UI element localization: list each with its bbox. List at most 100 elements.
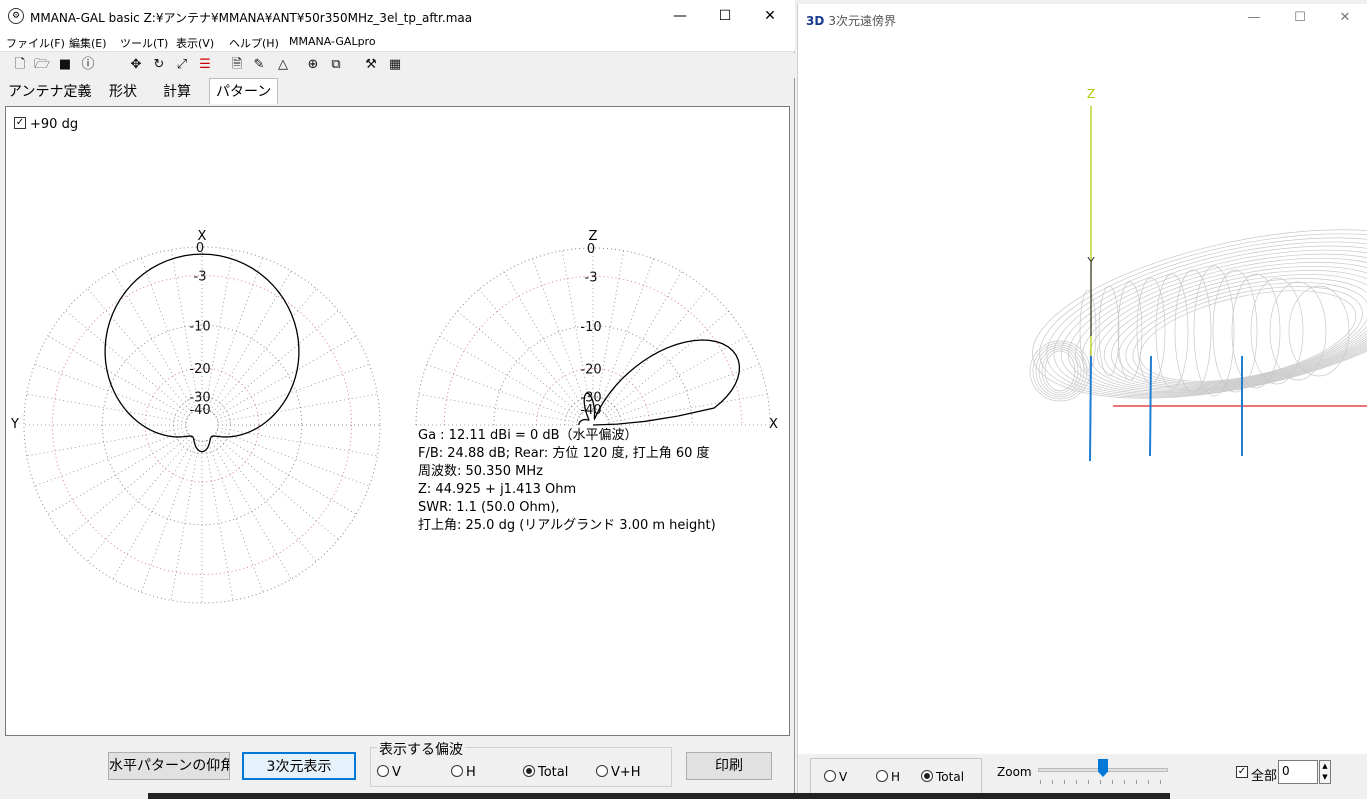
menu-tools[interactable]: ツール(T): [120, 35, 168, 51]
rotate-icon[interactable]: ↻: [150, 56, 168, 74]
wire-icon[interactable]: ☰: [196, 56, 214, 74]
scale-icon[interactable]: ⤢: [173, 56, 191, 74]
rear-lobe-ring: [1035, 344, 1085, 398]
ring-label: -20: [189, 362, 210, 377]
target-icon[interactable]: ⊕: [304, 56, 322, 74]
grid-spoke: [140, 439, 197, 593]
3d-title-text: 3次元遠傍界: [828, 14, 896, 28]
3d-maximize-button[interactable]: ☐: [1280, 10, 1320, 30]
move-icon[interactable]: ✥: [127, 56, 145, 74]
radio-v[interactable]: V: [377, 765, 401, 780]
document-icon[interactable]: 🗎: [228, 56, 246, 74]
mesh-ring: [1193, 265, 1235, 397]
radio-total[interactable]: Total: [523, 765, 568, 780]
y-axis-label: Y: [1086, 255, 1095, 269]
zoom-slider-thumb[interactable]: [1098, 759, 1108, 777]
elevation-angle-button[interactable]: 水平パターンの仰角: [108, 752, 230, 780]
spin-input[interactable]: 0: [1278, 760, 1318, 784]
grid-spoke: [214, 310, 339, 416]
grid-spoke: [207, 439, 264, 593]
zoom-label: Zoom: [997, 765, 1032, 779]
3d-radio-total[interactable]: Total: [921, 770, 964, 784]
close-button[interactable]: ✕: [750, 4, 790, 28]
grid-spoke: [87, 288, 193, 413]
mesh-ring: [1174, 269, 1212, 393]
title-bar: ⚙ MMANA-GAL basic Z:¥アンテナ¥MMANA¥ANT¥50r3…: [0, 0, 795, 32]
3d-radio-total-dot: [921, 770, 933, 782]
grid-spoke: [214, 434, 339, 540]
pen-icon[interactable]: ✎: [250, 56, 268, 74]
3d-window-title: 3D 3次元遠傍界: [806, 12, 896, 29]
3d-radio-h[interactable]: H: [876, 770, 900, 784]
3d-minimize-button[interactable]: —: [1234, 10, 1274, 30]
3d-radiation-mesh: [1029, 229, 1367, 402]
triangle-icon[interactable]: △: [274, 56, 292, 74]
grid-spoke: [26, 427, 187, 457]
grid-spoke: [112, 438, 195, 580]
tab-pattern[interactable]: パターン: [209, 78, 279, 104]
radio-h[interactable]: H: [451, 765, 476, 780]
vertical-pattern-plot: 0-3-10-20-30-40: [415, 242, 771, 426]
3d-radio-v[interactable]: V: [824, 770, 847, 784]
menu-file[interactable]: ファイル(F): [6, 35, 65, 51]
grid-ring: [101, 324, 303, 526]
grid-spoke: [216, 363, 370, 420]
radio-total-dot: [523, 765, 535, 777]
grid-spoke: [47, 335, 189, 418]
print-button[interactable]: 印刷: [686, 752, 772, 780]
rear-lobe-ring: [1032, 342, 1088, 400]
grid-spoke: [26, 393, 187, 423]
minimize-button[interactable]: —: [660, 4, 700, 28]
gain-line: Ga : 12.11 dBi = 0 dB（水平偏波）: [418, 428, 638, 443]
polarization-group-title: 表示する偏波: [377, 739, 465, 759]
toolbar: 🗋 🗁 ■ ⓘ ✥ ↻ ⤢ ☰ 🗎 ✎ △ ⊕ ⧉ ⚒ ▦: [0, 53, 795, 78]
tab-calculate[interactable]: 計算: [157, 81, 197, 104]
ring-label: -20: [580, 362, 601, 377]
grid-spoke: [457, 310, 582, 416]
mesh-ring: [1212, 269, 1258, 393]
menu-edit[interactable]: 編集(E): [69, 35, 107, 51]
grid-spoke: [34, 363, 188, 420]
3d-pattern-canvas[interactable]: Z Y: [798, 36, 1367, 752]
h-plot-y-axis-label: Y: [10, 417, 19, 432]
calculator-icon[interactable]: ▦: [386, 56, 404, 74]
grid-spoke: [602, 289, 708, 414]
info-icon[interactable]: ⓘ: [79, 56, 97, 74]
grid-spoke: [87, 437, 193, 562]
spin-buttons[interactable]: ▲ ▼: [1319, 760, 1331, 784]
grid-spoke: [170, 440, 200, 601]
menu-gal-pro[interactable]: MMANA-GALpro: [289, 35, 376, 48]
app-icon[interactable]: ⚙: [8, 8, 24, 24]
grid-spoke: [65, 434, 190, 540]
grid-spoke: [215, 335, 357, 418]
rear-lobe-ring: [1041, 348, 1079, 394]
new-file-icon[interactable]: 🗋: [11, 56, 29, 74]
pattern-plots: 0-3-10-20-30-40 0-3-10-20-30-40 X Y Z X: [10, 229, 778, 604]
3d-polarization-group: V H Total: [810, 758, 982, 794]
tab-antenna-definition[interactable]: アンテナ定義: [2, 81, 97, 104]
mesh-ring: [1231, 273, 1281, 389]
ring-label: 0: [587, 242, 595, 257]
radio-vh[interactable]: V+H: [596, 765, 641, 780]
tools-icon[interactable]: ⚒: [362, 56, 380, 74]
menu-help[interactable]: ヘルプ(H): [229, 35, 279, 51]
grid-spoke: [204, 440, 234, 601]
impedance-line: Z: 44.925 + j1.413 Ohm: [418, 482, 577, 497]
3d-view-button[interactable]: 3次元表示: [242, 752, 356, 780]
grid-spoke: [211, 437, 317, 562]
grid-spoke: [217, 393, 378, 423]
tab-geometry[interactable]: 形状: [103, 81, 143, 104]
maximize-button[interactable]: ☐: [705, 4, 745, 28]
grid-spoke: [608, 393, 768, 423]
grid-spoke: [34, 430, 188, 487]
3d-close-button[interactable]: ✕: [1325, 10, 1365, 30]
menu-view[interactable]: 表示(V): [176, 35, 214, 51]
copy-icon[interactable]: ⧉: [327, 56, 345, 74]
save-icon[interactable]: ■: [56, 56, 74, 74]
3d-badge: 3D: [806, 14, 825, 28]
open-folder-icon[interactable]: 🗁: [33, 56, 51, 74]
bottom-controls: 水平パターンの仰角 3次元表示 表示する偏波 V H Total V+H 印刷: [0, 739, 795, 799]
all-checkbox[interactable]: ✓: [1236, 766, 1248, 778]
grid-spoke: [140, 257, 197, 411]
driven-element: [1149, 355, 1152, 457]
